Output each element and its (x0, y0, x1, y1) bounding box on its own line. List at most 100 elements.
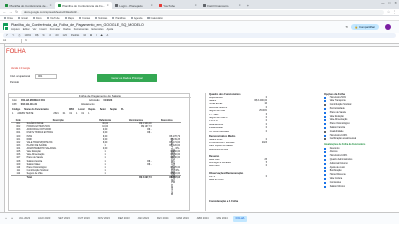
percent-button[interactable]: % (42, 34, 44, 37)
bookmark-item[interactable]: Gmail (18, 17, 28, 20)
currency-button[interactable]: R$ (35, 34, 38, 37)
sheet-tab[interactable]: NOV 2023 (95, 216, 113, 222)
print-icon[interactable]: ⎙ (18, 34, 20, 37)
option-checkbox[interactable] (324, 138, 327, 141)
close-icon[interactable]: ✕ (151, 4, 153, 7)
menu-item-extensoes[interactable]: Extensões (91, 28, 103, 31)
summary-value[interactable]: 2023 (253, 142, 267, 144)
bookmark-item[interactable]: Contas (78, 17, 90, 20)
menu-item-dados[interactable]: Dados (63, 28, 71, 31)
option-checkbox[interactable] (324, 174, 327, 177)
zoom-select[interactable]: 100% (24, 34, 31, 37)
browser-tab-1[interactable]: Planilha do Conferência de... ✕ (2, 2, 55, 9)
option-checkbox[interactable] (324, 162, 327, 165)
option-checkbox[interactable] (324, 181, 327, 184)
minimize-icon[interactable]: — (381, 1, 384, 5)
row-headers[interactable] (0, 43, 5, 212)
option-checkbox[interactable] (324, 158, 327, 162)
summary-value[interactable]: 10 (253, 103, 267, 105)
text-color-button[interactable]: A (106, 34, 108, 37)
option-checkbox[interactable] (324, 100, 327, 103)
bookmark-item[interactable]: Maps (64, 17, 74, 20)
bookmark-item[interactable]: Agenda (130, 17, 142, 20)
summary-value[interactable]: 0 (253, 117, 267, 119)
close-icon[interactable]: ✕ (107, 4, 109, 7)
close-icon[interactable]: ✕ (195, 4, 197, 7)
option-checkbox[interactable] (324, 166, 327, 169)
bookmark-item[interactable]: Docs (32, 17, 42, 20)
menu-item-formatar[interactable]: Formatar (50, 28, 61, 31)
option-checkbox[interactable] (324, 170, 327, 173)
menu-item-inserir[interactable]: Inserir (39, 28, 46, 31)
name-box[interactable]: A1 (0, 38, 22, 43)
summary-value[interactable]: 25 (253, 159, 267, 161)
avatar[interactable] (385, 23, 391, 30)
option-checkbox[interactable] (324, 130, 327, 133)
sheet-tab[interactable]: JAN 2024 (135, 216, 152, 222)
sheet-tab[interactable]: MAR 2024 (173, 216, 191, 222)
option-checkbox[interactable] (324, 126, 327, 130)
sheet-tab[interactable]: FEV 2024 (154, 216, 172, 222)
font-select[interactable]: Padrão (71, 34, 79, 37)
summary-value[interactable]: 0 (253, 139, 267, 141)
maximize-icon[interactable]: □ (388, 1, 390, 5)
option-checkbox[interactable] (324, 115, 327, 118)
new-tab-button[interactable]: + (244, 2, 252, 9)
browser-tab-5[interactable]: Fácil Financeiro ✕ (200, 2, 244, 9)
option-checkbox[interactable] (324, 119, 327, 122)
menu-dots-icon[interactable]: ⋮ (393, 10, 396, 14)
option-checkbox[interactable] (324, 147, 327, 150)
option-checkbox[interactable] (324, 177, 327, 181)
menu-item-ajuda[interactable]: Ajuda (107, 28, 114, 31)
close-window-icon[interactable]: ✕ (394, 1, 397, 5)
sheet-tab[interactable]: DEZ 2023 (115, 216, 133, 222)
summary-value[interactable]: 0 (253, 124, 267, 126)
format-more-button[interactable]: 123 (63, 34, 67, 37)
menu-item-ferramentas[interactable]: Ferramentas (74, 28, 89, 31)
browser-tab-3[interactable]: Login - Planejado ✕ (112, 2, 156, 9)
option-checkbox[interactable] (324, 96, 327, 99)
redo-icon[interactable]: ↷ (12, 34, 14, 37)
menu-item-arquivo[interactable]: Arquivo (11, 28, 20, 31)
summary-value[interactable]: R$ 3.000,00 (253, 100, 267, 102)
option-checkbox[interactable] (324, 104, 327, 107)
sheet-tab[interactable]: SET 2023 (55, 216, 73, 222)
close-icon[interactable]: ✕ (50, 4, 52, 7)
url-input[interactable]: docs.google.com/spreadsheets/d/1EwHdZ... (21, 9, 384, 15)
cod-input[interactable]: 001 (35, 73, 57, 79)
strikethrough-button[interactable]: S (101, 34, 103, 37)
font-size-input[interactable]: 10 (83, 34, 86, 37)
summary-value[interactable]: 0 (253, 165, 267, 167)
summary-value[interactable]: 0 (253, 97, 267, 99)
sheets-logo-icon[interactable] (3, 23, 9, 31)
close-icon[interactable]: ✕ (239, 4, 241, 7)
reload-icon[interactable]: ↻ (15, 10, 18, 14)
generate-data-button[interactable]: Gerar os Dados Principal (97, 73, 157, 82)
decrease-decimal-button[interactable]: .0 (49, 34, 51, 37)
bold-button[interactable]: B (90, 34, 92, 37)
summary-value[interactable]: 0 (253, 176, 267, 178)
option-checkbox[interactable] (324, 151, 327, 154)
option-checkbox[interactable] (324, 111, 327, 114)
back-icon[interactable]: ← (3, 10, 6, 14)
option-checkbox[interactable] (324, 123, 327, 126)
bookmark-item[interactable]: Calendário (147, 17, 163, 20)
option-checkbox[interactable] (324, 185, 327, 188)
bookmark-item[interactable]: Drive (4, 17, 13, 20)
star-icon[interactable]: ☆ (387, 10, 390, 14)
summary-value[interactable] (253, 179, 267, 181)
browser-tab-4[interactable]: YouTube ✕ (156, 2, 200, 9)
increase-decimal-button[interactable]: .00 (55, 34, 59, 37)
summary-value[interactable]: 0 (253, 131, 267, 133)
option-checkbox[interactable] (324, 134, 327, 137)
bookmark-item[interactable]: Notícias (95, 17, 107, 20)
summary-value[interactable]: 6 (253, 114, 267, 116)
menu-item-editar[interactable]: Editar (23, 28, 30, 31)
option-checkbox[interactable] (324, 107, 327, 111)
sheet-tab[interactable]: FOLHA (232, 215, 248, 222)
bookmark-item[interactable]: Planilhas (112, 17, 126, 20)
spreadsheet-grid[interactable]: FOLHA Versão 1.0 Google Cód. ocupacional… (0, 43, 399, 212)
forward-icon[interactable]: → (9, 10, 12, 14)
add-sheet-icon[interactable]: + (4, 217, 8, 220)
sheet-tab[interactable]: ABR 2024 (194, 216, 212, 222)
